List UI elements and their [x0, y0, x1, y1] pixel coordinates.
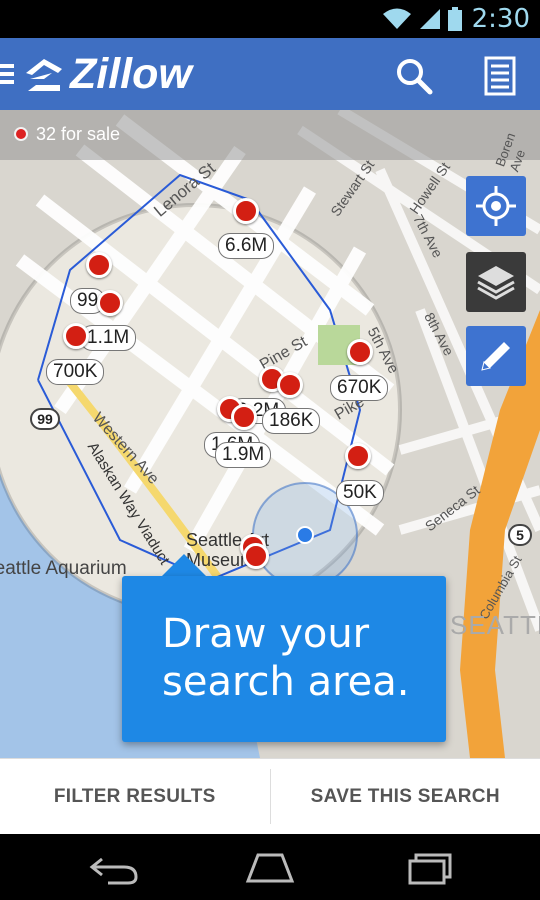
save-search-button[interactable]: SAVE THIS SEARCH: [271, 759, 540, 834]
signal-icon: [419, 9, 440, 29]
battery-icon: [447, 7, 462, 31]
listing-pin[interactable]: [86, 252, 112, 278]
listing-pin[interactable]: [345, 443, 371, 469]
recent-apps-icon[interactable]: [396, 847, 456, 887]
highway-shield: 99: [30, 408, 60, 430]
tooltip-pointer: [160, 554, 208, 578]
zillow-logo-icon: [26, 58, 62, 91]
price-label[interactable]: 1.9M: [215, 442, 272, 468]
listing-pin[interactable]: [277, 372, 303, 398]
listing-pin[interactable]: [231, 404, 257, 430]
search-icon[interactable]: [392, 54, 436, 98]
filter-results-button[interactable]: FILTER RESULTS: [0, 759, 270, 834]
brand: Zillow: [22, 50, 192, 99]
place-label: Seattle Aquarium: [0, 558, 127, 579]
menu-icon[interactable]: [0, 64, 14, 84]
listing-pin[interactable]: [97, 290, 123, 316]
listing-count-bar: 32 for sale: [0, 110, 540, 160]
my-location-icon: [476, 186, 516, 226]
draw-button[interactable]: [466, 326, 526, 386]
status-bar: 2:30: [0, 0, 540, 38]
listing-count: 32 for sale: [36, 124, 121, 144]
list-view-icon[interactable]: [478, 54, 522, 98]
price-label[interactable]: 700K: [46, 359, 105, 385]
wifi-icon: [382, 8, 411, 29]
app-bar: Zillow: [0, 38, 540, 110]
app-title: Zillow: [70, 50, 192, 98]
system-nav-bar: [0, 834, 540, 900]
listing-pin[interactable]: [233, 198, 259, 224]
layers-icon: [477, 266, 515, 300]
home-icon[interactable]: [240, 847, 300, 887]
price-label[interactable]: 186K: [262, 408, 321, 434]
price-label[interactable]: 6.6M: [218, 233, 275, 259]
tooltip-text: Draw your search area.: [162, 611, 410, 705]
pencil-icon: [481, 342, 510, 371]
listing-pin[interactable]: [347, 339, 373, 365]
price-label[interactable]: 670K: [330, 375, 389, 401]
listing-pin[interactable]: [243, 543, 269, 569]
listing-dot-icon: [14, 127, 28, 141]
place-label: SEATTLE: [450, 610, 540, 640]
my-location-button[interactable]: [466, 176, 526, 236]
highway-shield: 5: [508, 524, 532, 546]
listing-pin[interactable]: [63, 323, 89, 349]
back-icon[interactable]: [84, 847, 144, 887]
bottom-actions: FILTER RESULTS SAVE THIS SEARCH: [0, 758, 540, 834]
status-icons: 2:30: [382, 4, 530, 34]
map-view[interactable]: 32 for sale Lenora St Western Ave Alaska…: [0, 110, 540, 758]
price-label[interactable]: 50K: [336, 480, 384, 506]
draw-search-tooltip[interactable]: Draw your search area.: [122, 576, 446, 742]
layers-button[interactable]: [466, 252, 526, 312]
status-time: 2:30: [471, 4, 530, 34]
